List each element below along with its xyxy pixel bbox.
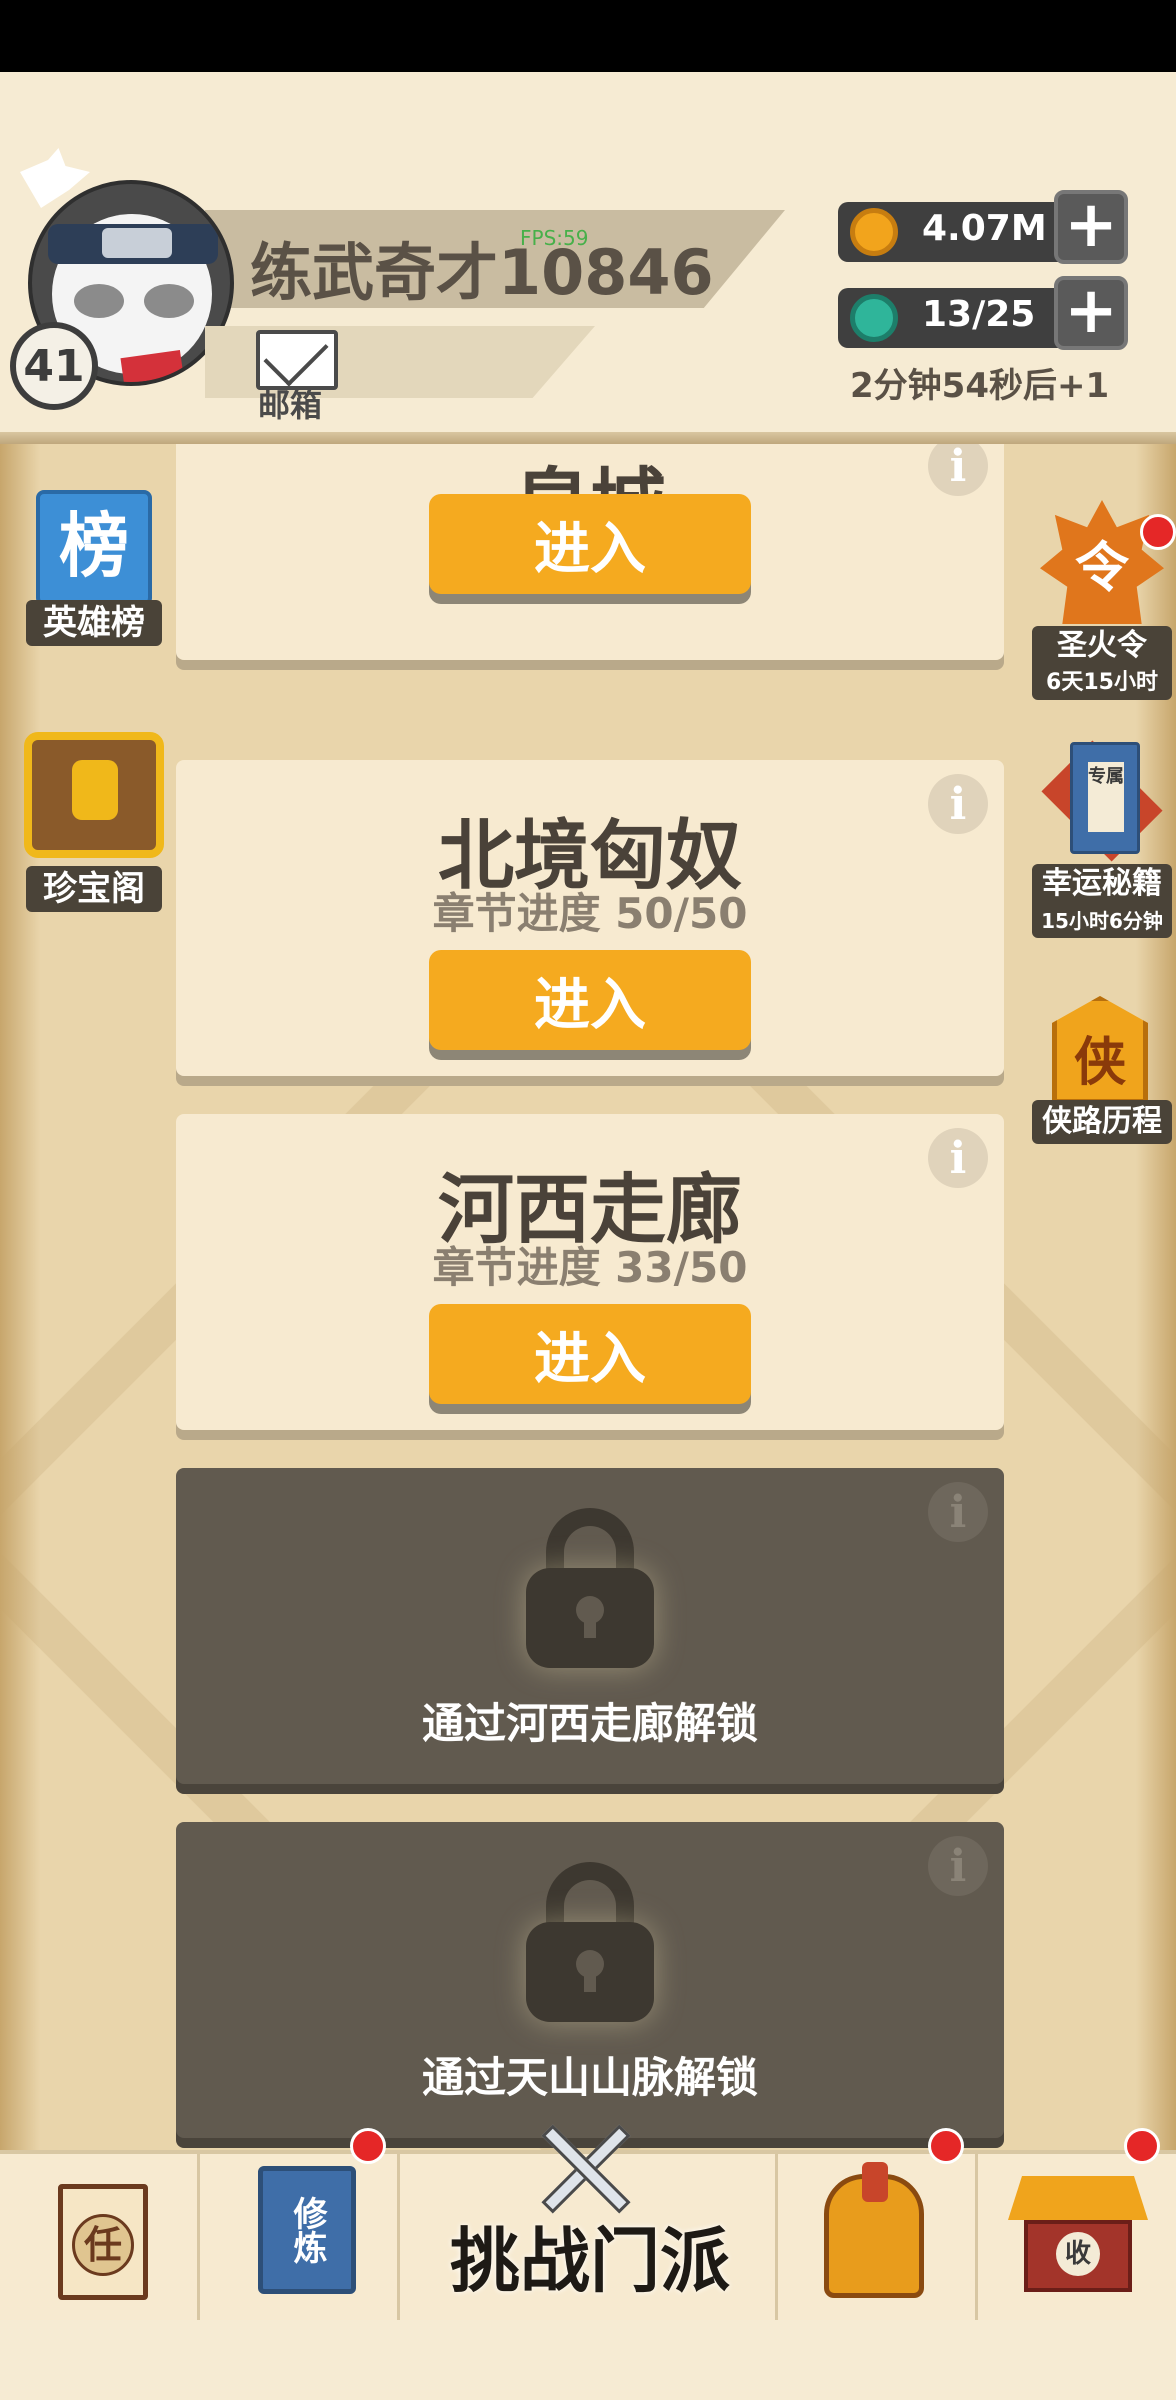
info-icon[interactable]: i (928, 1836, 988, 1896)
header-divider (0, 432, 1176, 444)
collect-char: 收 (1056, 2232, 1100, 2276)
nav-tab-training[interactable]: 修炼 (200, 2154, 400, 2320)
unlock-requirement: 通过天山山脉解锁 (421, 2053, 758, 2102)
chapter-progress: 章节进度 50/50 (432, 889, 748, 938)
chapter-card: i 河西走廊 章节进度 33/50 进入 (176, 1114, 1004, 1430)
nav-tab-equipment[interactable] (778, 2154, 978, 2320)
enter-button[interactable]: 进入 (429, 1304, 751, 1404)
treasure-pavilion-label[interactable]: 珍宝阁 (26, 866, 162, 912)
notification-dot (350, 2128, 386, 2164)
unlock-requirement: 通过河西走廊解锁 (421, 1699, 758, 1748)
nav-tab-tasks[interactable]: 任 (0, 2154, 200, 2320)
helmet-plume (862, 2162, 888, 2202)
chapter-card: i 北境匈奴 章节进度 50/50 进入 (176, 760, 1004, 1076)
holy-fire-token-label[interactable]: 圣火令 (1032, 626, 1172, 666)
notification-dot (1124, 2128, 1160, 2164)
locked-chapter-card: i 通过天山山脉解锁 (176, 1822, 1004, 2138)
challenge-sect-label[interactable]: 挑战门派 (450, 2205, 730, 2306)
chapter-progress: 章节进度 33/50 (432, 1243, 748, 1292)
chapter-list[interactable]: i 皇城 章节进度 50/50 进入 i 北境匈奴 章节进度 50/50 进入 … (0, 444, 1176, 2150)
lucky-manual-timer: 15小时6分钟 (1032, 904, 1172, 938)
enter-button[interactable]: 进入 (429, 950, 751, 1050)
avatar-eye-left (74, 284, 124, 318)
lucky-manual-label[interactable]: 幸运秘籍 (1032, 864, 1172, 904)
locked-chapter-card: i 通过河西走廊解锁 (176, 1468, 1004, 1784)
player-name: 练武奇才10846 (250, 236, 714, 309)
enter-button[interactable]: 进入 (429, 494, 751, 594)
hero-rank-icon[interactable]: 榜 (36, 490, 152, 606)
info-icon[interactable]: i (928, 1482, 988, 1542)
chapter-card: i 皇城 章节进度 50/50 进入 (176, 444, 1004, 660)
avatar-headband-plate (102, 228, 172, 258)
fps-overlay: FPS:59 (520, 226, 589, 250)
nav-tab-collection[interactable]: 收 (978, 2154, 1176, 2320)
manual-book-tag: 专属 (1088, 762, 1124, 832)
treasure-chest-icon[interactable] (24, 732, 164, 858)
holy-fire-token-timer: 6天15小时 (1032, 666, 1172, 700)
bottom-safe-area (0, 2320, 1176, 2400)
task-char: 任 (72, 2214, 134, 2276)
coin-value: 4.07M (922, 208, 1047, 249)
add-stamina-button[interactable]: + (1054, 276, 1128, 350)
hero-rank-label[interactable]: 英雄榜 (26, 600, 162, 646)
lock-icon (526, 1862, 654, 2022)
stamina-value: 13/25 (922, 294, 1036, 335)
training-book-icon: 修炼 (258, 2166, 356, 2294)
player-level-badge: 41 (10, 322, 98, 410)
background-edge-left (0, 444, 40, 2150)
chest-lock-shield (72, 760, 118, 820)
add-coins-button[interactable]: + (1054, 190, 1128, 264)
lock-icon (526, 1508, 654, 1668)
pavilion-roof-icon (1008, 2176, 1148, 2220)
notification-dot (928, 2128, 964, 2164)
avatar-eye-right (144, 284, 194, 318)
mailbox-label[interactable]: 邮箱 (258, 380, 322, 426)
hero-journey-label[interactable]: 侠路历程 (1032, 1100, 1172, 1144)
status-bar (0, 0, 1176, 72)
lucky-manual-icon[interactable]: 专属 (1030, 736, 1174, 866)
stamina-timer: 2分钟54秒后+1 (850, 366, 1110, 406)
coin-icon (850, 208, 898, 256)
notification-dot (1140, 514, 1176, 550)
stamina-gem-icon (850, 294, 898, 342)
